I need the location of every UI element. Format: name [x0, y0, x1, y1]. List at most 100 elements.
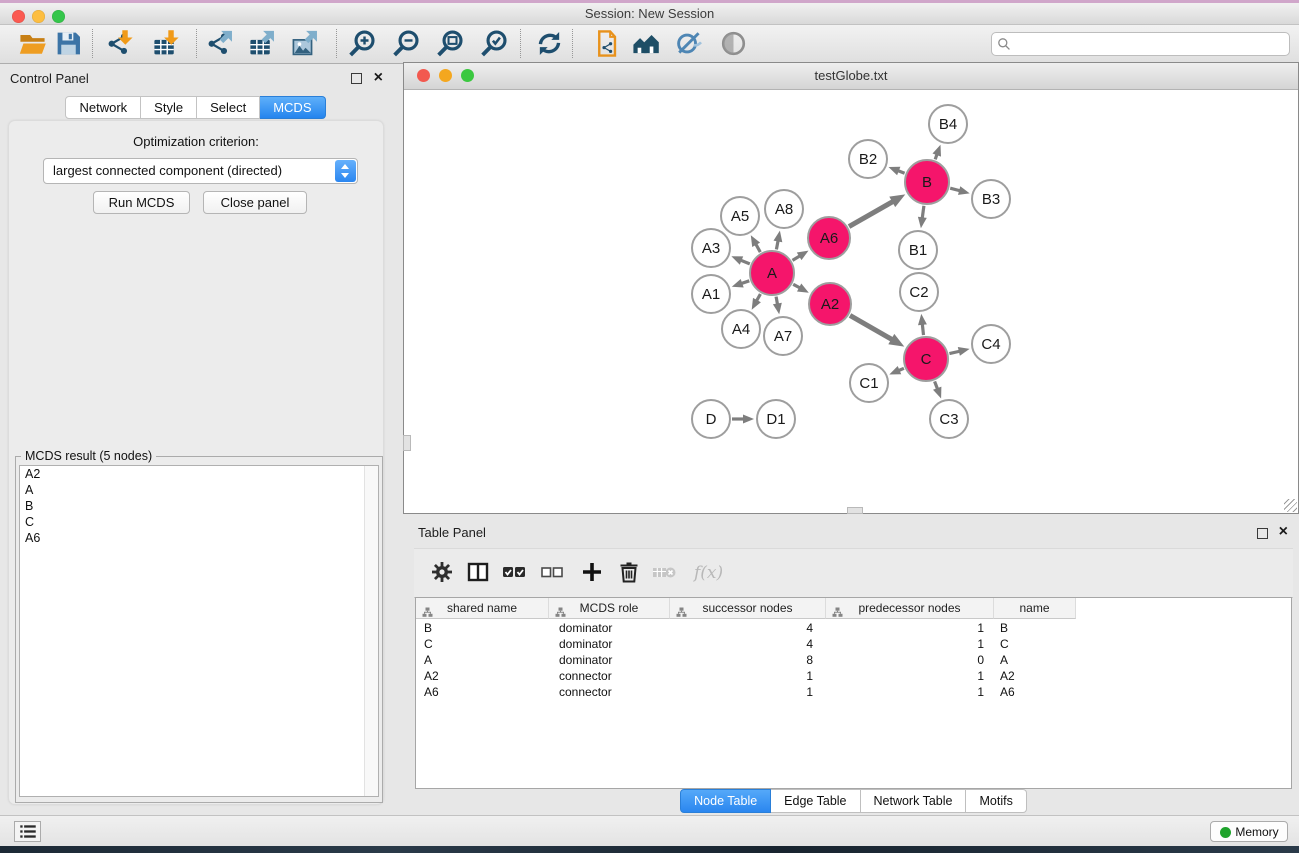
- cell-shared_name[interactable]: A6: [416, 684, 549, 700]
- cell-mcds_role[interactable]: connector: [549, 668, 670, 684]
- tab-select[interactable]: Select: [197, 96, 260, 119]
- float-panel-icon[interactable]: [351, 73, 362, 84]
- table-close-panel-icon[interactable]: ×: [1279, 526, 1288, 538]
- cell-name[interactable]: C: [994, 636, 1076, 652]
- cell-name[interactable]: A6: [994, 684, 1076, 700]
- graph-node-B[interactable]: B: [905, 160, 949, 204]
- result-item[interactable]: C: [20, 514, 378, 530]
- zoom-selected-button[interactable]: [477, 28, 509, 60]
- main-titlebar[interactable]: Session: New Session: [0, 3, 1299, 25]
- column-header-name[interactable]: name: [994, 598, 1076, 619]
- resize-grip-icon[interactable]: [1284, 499, 1297, 512]
- graph-node-C3[interactable]: C3: [930, 400, 968, 438]
- cell-mcds_role[interactable]: dominator: [549, 620, 670, 636]
- search-field[interactable]: [991, 32, 1290, 56]
- tab-node-table[interactable]: Node Table: [680, 789, 771, 813]
- table-row-C[interactable]: Cdominator41C: [416, 636, 1076, 652]
- tab-edge-table[interactable]: Edge Table: [771, 789, 860, 813]
- close-panel-button[interactable]: Close panel: [203, 191, 307, 214]
- cell-successor[interactable]: 4: [670, 636, 826, 652]
- tab-network[interactable]: Network: [65, 96, 141, 119]
- cell-mcds_role[interactable]: dominator: [549, 636, 670, 652]
- graph-node-A7[interactable]: A7: [764, 317, 802, 355]
- splitter-handle-horizontal[interactable]: [847, 507, 863, 514]
- cell-name[interactable]: A: [994, 652, 1076, 668]
- cell-predecessor[interactable]: 1: [826, 668, 994, 684]
- cell-predecessor[interactable]: 1: [826, 684, 994, 700]
- cell-predecessor[interactable]: 1: [826, 636, 994, 652]
- tab-motifs[interactable]: Motifs: [966, 789, 1026, 813]
- export-network-button[interactable]: [204, 28, 236, 60]
- graph-node-B4[interactable]: B4: [929, 105, 967, 143]
- graph-node-A1[interactable]: A1: [692, 275, 730, 313]
- result-item[interactable]: A6: [20, 530, 378, 546]
- run-mcds-button[interactable]: Run MCDS: [93, 191, 190, 214]
- cell-shared_name[interactable]: A2: [416, 668, 549, 684]
- column-header-MCDS-role[interactable]: MCDS role: [549, 598, 670, 619]
- result-item[interactable]: A: [20, 482, 378, 498]
- result-item[interactable]: B: [20, 498, 378, 514]
- graph-node-A8[interactable]: A8: [765, 190, 803, 228]
- result-item[interactable]: A2: [20, 466, 378, 482]
- cell-shared_name[interactable]: C: [416, 636, 549, 652]
- graph-node-A6[interactable]: A6: [808, 217, 850, 259]
- column-header-shared-name[interactable]: shared name: [416, 598, 549, 619]
- cell-successor[interactable]: 8: [670, 652, 826, 668]
- tab-network-table[interactable]: Network Table: [861, 789, 967, 813]
- table-float-panel-icon[interactable]: [1257, 528, 1268, 539]
- export-table-button[interactable]: [246, 28, 278, 60]
- cell-name[interactable]: B: [994, 620, 1076, 636]
- remove-column-button[interactable]: [650, 560, 678, 586]
- close-panel-icon[interactable]: ×: [374, 72, 383, 84]
- graph-node-A3[interactable]: A3: [692, 229, 730, 267]
- column-header-successor-nodes[interactable]: successor nodes: [670, 598, 826, 619]
- cell-shared_name[interactable]: A: [416, 652, 549, 668]
- open-file-button[interactable]: [16, 28, 48, 60]
- clone-network-button[interactable]: [590, 28, 622, 60]
- settings-button[interactable]: [428, 560, 456, 586]
- zoom-in-button[interactable]: [345, 28, 377, 60]
- import-network-button[interactable]: [104, 28, 136, 60]
- columns-button[interactable]: [464, 560, 492, 586]
- save-session-button[interactable]: [52, 28, 84, 60]
- splitter-handle-vertical[interactable]: [403, 435, 411, 451]
- cell-predecessor[interactable]: 1: [826, 620, 994, 636]
- edge-B-B1[interactable]: [922, 206, 924, 220]
- graph-node-C4[interactable]: C4: [972, 325, 1010, 363]
- refresh-button[interactable]: [533, 28, 565, 60]
- graph-node-B2[interactable]: B2: [849, 140, 887, 178]
- function-builder-button[interactable]: f(x): [686, 560, 714, 586]
- network-window-titlebar[interactable]: testGlobe.txt: [404, 63, 1298, 90]
- graph-node-B3[interactable]: B3: [972, 180, 1010, 218]
- table-row-A6[interactable]: A6connector11A6: [416, 684, 1076, 700]
- cell-name[interactable]: A2: [994, 668, 1076, 684]
- cell-mcds_role[interactable]: dominator: [549, 652, 670, 668]
- edge-A6-B[interactable]: [849, 201, 894, 227]
- column-header-predecessor-nodes[interactable]: predecessor nodes: [826, 598, 994, 619]
- cell-successor[interactable]: 4: [670, 620, 826, 636]
- tab-style[interactable]: Style: [141, 96, 197, 119]
- optimization-criterion-dropdown[interactable]: largest connected component (directed): [43, 158, 358, 184]
- zoom-out-button[interactable]: [389, 28, 421, 60]
- show-details-button[interactable]: [717, 28, 749, 60]
- cell-predecessor[interactable]: 0: [826, 652, 994, 668]
- memory-button[interactable]: Memory: [1210, 821, 1288, 842]
- result-list-scrollbar[interactable]: [364, 466, 378, 796]
- hide-details-button[interactable]: [673, 28, 705, 60]
- table-row-A[interactable]: Adominator80A: [416, 652, 1076, 668]
- select-all-button[interactable]: [500, 560, 528, 586]
- deselect-all-button[interactable]: [538, 560, 566, 586]
- table-row-A2[interactable]: A2connector11A2: [416, 668, 1076, 684]
- graph-node-C1[interactable]: C1: [850, 364, 888, 402]
- graph-node-A2[interactable]: A2: [809, 283, 851, 325]
- edge-A2-C[interactable]: [850, 315, 893, 340]
- task-history-button[interactable]: [14, 821, 41, 842]
- delete-row-button[interactable]: [615, 560, 643, 586]
- search-input[interactable]: [1016, 34, 1284, 54]
- cell-successor[interactable]: 1: [670, 684, 826, 700]
- cell-successor[interactable]: 1: [670, 668, 826, 684]
- graph-node-A[interactable]: A: [750, 251, 794, 295]
- cell-mcds_role[interactable]: connector: [549, 684, 670, 700]
- graph-node-A4[interactable]: A4: [722, 310, 760, 348]
- graph-node-A5[interactable]: A5: [721, 197, 759, 235]
